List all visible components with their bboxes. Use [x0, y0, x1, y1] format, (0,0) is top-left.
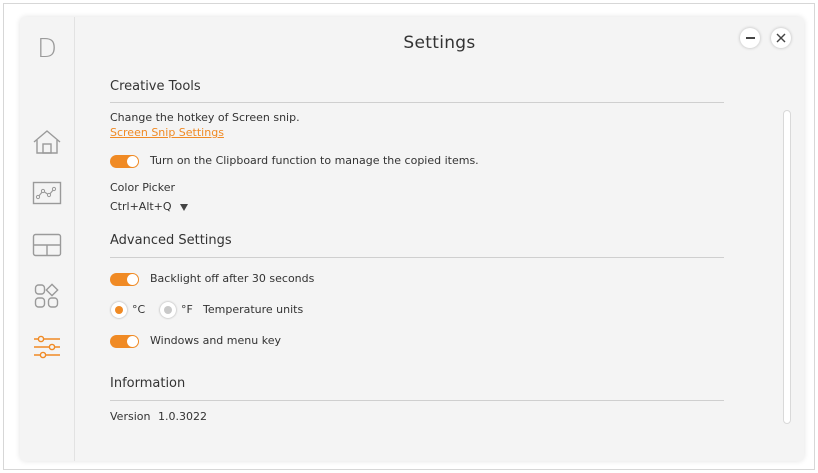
fahrenheit-label: °F — [181, 303, 193, 316]
information-divider — [110, 400, 724, 401]
celsius-label: °C — [132, 303, 146, 316]
home-icon — [33, 130, 61, 154]
minus-icon — [745, 37, 755, 39]
version-value: 1.0.3022 — [158, 410, 207, 423]
clipboard-toggle[interactable] — [110, 155, 139, 168]
screen-snip-settings-link[interactable]: Screen Snip Settings — [110, 126, 224, 139]
chevron-down-icon[interactable] — [180, 204, 188, 211]
color-picker-hotkey[interactable]: Ctrl+Alt+Q — [110, 200, 172, 213]
sidebar-item-home[interactable] — [29, 125, 65, 159]
screen-snip-description: Change the hotkey of Screen snip. — [110, 111, 300, 124]
page-title: Settings — [403, 33, 476, 53]
temperature-units-label: Temperature units — [203, 303, 304, 316]
radio-dot — [115, 306, 123, 314]
layout-icon — [32, 233, 62, 257]
sidebar-item-chart[interactable] — [29, 176, 65, 210]
information-heading: Information — [110, 376, 186, 391]
sidebar: D — [20, 17, 75, 461]
sidebar-item-layout[interactable] — [29, 228, 65, 262]
close-icon — [776, 33, 786, 43]
chart-icon — [32, 181, 62, 205]
clipboard-label: Turn on the Clipboard function to manage… — [150, 154, 479, 167]
version-label: Version — [110, 410, 151, 423]
main-panel: Settings Creative Tools Change the hotke… — [75, 17, 804, 461]
toggle-knob — [127, 336, 138, 347]
advanced-settings-divider — [110, 257, 724, 258]
toggle-knob — [127, 156, 138, 167]
creative-tools-heading: Creative Tools — [110, 79, 201, 94]
sliders-icon — [34, 335, 60, 359]
sidebar-item-apps[interactable] — [29, 279, 65, 313]
sidebar-item-settings[interactable] — [29, 330, 65, 364]
color-picker-label: Color Picker — [110, 181, 175, 194]
scrollbar[interactable] — [783, 110, 791, 424]
backlight-toggle[interactable] — [110, 273, 139, 286]
minimize-button[interactable] — [740, 28, 760, 48]
close-button[interactable] — [771, 28, 791, 48]
radio-dot — [164, 306, 172, 314]
apps-icon — [34, 283, 59, 308]
settings-window: D Settings Creative Tools Change the hot… — [20, 17, 804, 461]
fahrenheit-radio[interactable] — [160, 302, 176, 318]
app-logo: D — [36, 34, 58, 64]
creative-tools-divider — [110, 102, 724, 103]
advanced-settings-heading: Advanced Settings — [110, 233, 232, 248]
windows-key-label: Windows and menu key — [150, 334, 281, 347]
backlight-label: Backlight off after 30 seconds — [150, 272, 315, 285]
windows-key-toggle[interactable] — [110, 335, 139, 348]
toggle-knob — [127, 274, 138, 285]
celsius-radio[interactable] — [111, 302, 127, 318]
